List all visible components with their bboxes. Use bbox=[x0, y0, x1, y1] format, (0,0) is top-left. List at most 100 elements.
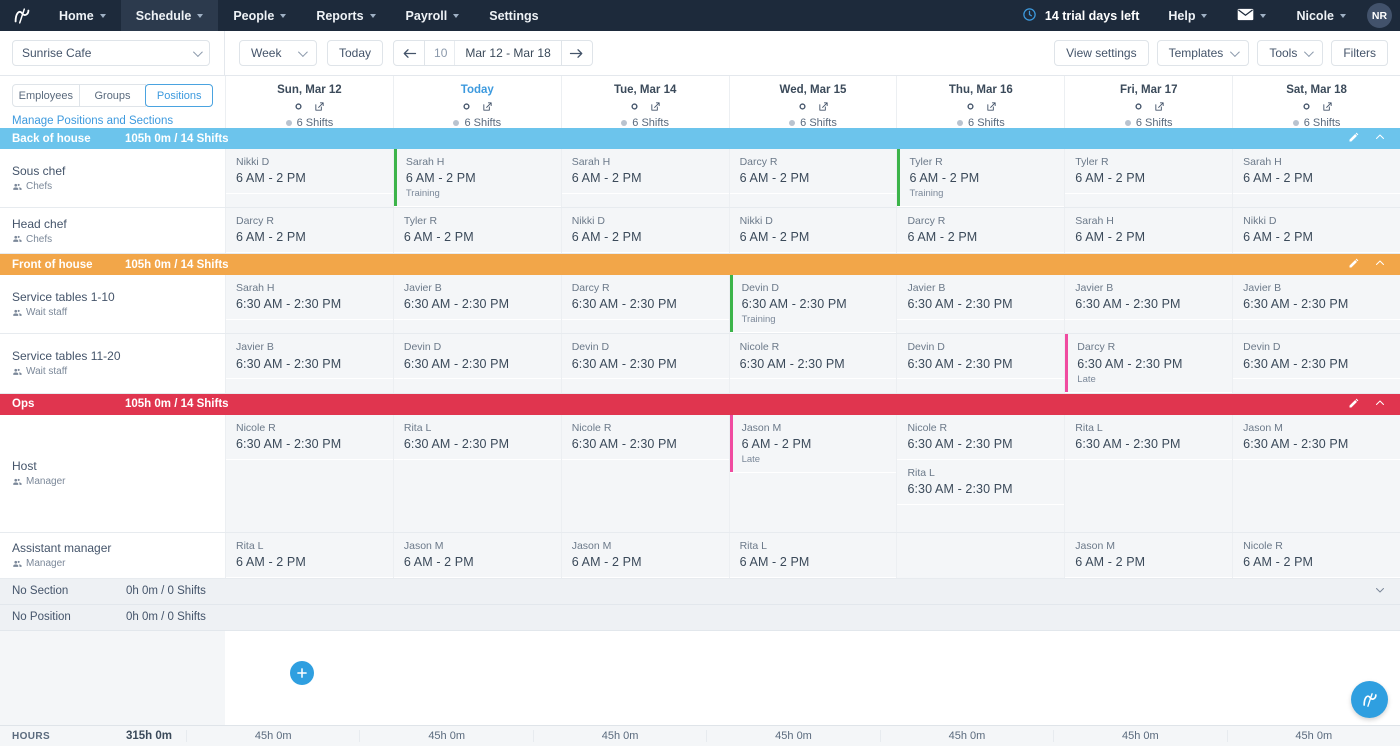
shift-drop-zone[interactable] bbox=[1065, 320, 1233, 334]
shift-drop-zone[interactable] bbox=[393, 459, 561, 532]
add-shift-button[interactable] bbox=[290, 660, 314, 685]
chevron-up-icon[interactable] bbox=[1374, 131, 1386, 146]
day-column[interactable]: Nicole R 6:30 AM - 2:30 PM bbox=[728, 334, 897, 393]
shift-drop-zone[interactable] bbox=[561, 320, 729, 334]
filters-button[interactable]: Filters bbox=[1331, 40, 1388, 66]
pencil-icon[interactable] bbox=[1348, 257, 1360, 272]
shift-drop-zone[interactable] bbox=[226, 379, 393, 393]
pencil-icon[interactable] bbox=[1348, 397, 1360, 412]
day-column[interactable]: Tyler R 6 AM - 2 PM bbox=[1064, 149, 1233, 208]
shift-card[interactable]: Sarah H 6 AM - 2 PM Training bbox=[393, 149, 561, 208]
chevron-up-icon[interactable] bbox=[1374, 397, 1386, 412]
nav-item-people[interactable]: People bbox=[218, 0, 301, 31]
day-column[interactable]: Nikki D 6 AM - 2 PM bbox=[225, 149, 393, 208]
day-column[interactable]: Jason M 6 AM - 2 PM bbox=[392, 532, 561, 578]
shift-drop-zone[interactable] bbox=[226, 459, 393, 532]
day-column[interactable]: Nikki D 6 AM - 2 PM bbox=[728, 208, 897, 254]
day-column[interactable]: Devin D 6:30 AM - 2:30 PM bbox=[1232, 334, 1400, 393]
shift-drop-zone[interactable] bbox=[897, 320, 1065, 334]
user-menu[interactable]: Nicole bbox=[1281, 0, 1361, 31]
shift-card[interactable]: Nicole R 6:30 AM - 2:30 PM bbox=[561, 414, 729, 460]
day-column[interactable]: Javier B 6:30 AM - 2:30 PM bbox=[225, 334, 393, 393]
day-column[interactable]: Sarah H 6 AM - 2 PM bbox=[1064, 208, 1233, 254]
shift-card[interactable]: Nicole R 6:30 AM - 2:30 PM bbox=[729, 334, 897, 380]
shift-card[interactable]: Jason M 6 AM - 2 PM bbox=[1065, 532, 1233, 578]
shift-card[interactable]: Nikki D 6 AM - 2 PM bbox=[561, 208, 729, 254]
position-cell[interactable]: Host Manager bbox=[0, 414, 225, 532]
view-settings-button[interactable]: View settings bbox=[1054, 40, 1149, 66]
shift-drop-zone[interactable] bbox=[561, 459, 729, 532]
position-cell[interactable]: Sous chef Chefs bbox=[0, 149, 225, 208]
shift-drop-zone[interactable] bbox=[1233, 379, 1400, 393]
day-column[interactable]: Nicole R 6:30 AM - 2:30 PM bbox=[560, 414, 729, 532]
arrow-right-icon[interactable] bbox=[560, 41, 592, 65]
shift-card[interactable]: Rita L 6:30 AM - 2:30 PM bbox=[1065, 414, 1233, 460]
day-column[interactable]: Devin D 6:30 AM - 2:30 PM Training bbox=[728, 275, 897, 334]
shift-card[interactable]: Rita L 6:30 AM - 2:30 PM bbox=[897, 459, 1065, 505]
shift-card[interactable]: Jason M 6 AM - 2 PM bbox=[561, 532, 729, 578]
shift-drop-zone[interactable] bbox=[226, 194, 393, 208]
day-column[interactable]: Jason M 6 AM - 2 PM bbox=[1064, 532, 1233, 578]
shift-drop-zone[interactable] bbox=[561, 194, 729, 208]
today-button[interactable]: Today bbox=[327, 40, 384, 66]
shift-drop-zone[interactable] bbox=[729, 194, 897, 208]
section-header-front-of-house[interactable]: Front of house 105h 0m / 14 Shifts bbox=[0, 254, 1400, 276]
day-column[interactable]: Devin D 6:30 AM - 2:30 PM bbox=[896, 334, 1065, 393]
shift-card[interactable]: Devin D 6:30 AM - 2:30 PM bbox=[393, 334, 561, 380]
day-column[interactable]: Javier B 6:30 AM - 2:30 PM bbox=[1232, 275, 1400, 334]
view-mode-tab-employees[interactable]: Employees bbox=[12, 84, 80, 107]
shift-card[interactable]: Darcy R 6:30 AM - 2:30 PM bbox=[561, 275, 729, 321]
day-column[interactable]: Devin D 6:30 AM - 2:30 PM bbox=[560, 334, 729, 393]
arrow-left-icon[interactable] bbox=[394, 41, 426, 65]
shift-card[interactable]: Nicole R 6:30 AM - 2:30 PM bbox=[897, 414, 1065, 460]
day-header-actions[interactable] bbox=[1065, 101, 1232, 112]
shift-card[interactable]: Darcy R 6 AM - 2 PM bbox=[729, 149, 897, 194]
date-range-label[interactable]: Mar 12 - Mar 18 bbox=[455, 41, 560, 65]
shift-drop-zone[interactable] bbox=[729, 379, 897, 393]
shift-card[interactable]: Rita L 6 AM - 2 PM bbox=[729, 532, 897, 578]
day-column[interactable]: Darcy R 6 AM - 2 PM bbox=[225, 208, 393, 254]
day-column[interactable]: Jason M 6 AM - 2 PM Late bbox=[728, 414, 897, 532]
shift-card[interactable]: Tyler R 6 AM - 2 PM bbox=[393, 208, 561, 254]
day-column[interactable]: Javier B 6:30 AM - 2:30 PM bbox=[896, 275, 1065, 334]
help-menu[interactable]: Help bbox=[1153, 0, 1222, 31]
shift-card[interactable]: Devin D 6:30 AM - 2:30 PM Training bbox=[729, 275, 897, 334]
shift-card[interactable]: Javier B 6:30 AM - 2:30 PM bbox=[226, 334, 393, 380]
day-column[interactable]: Tyler R 6 AM - 2 PM Training bbox=[896, 149, 1065, 208]
day-column[interactable] bbox=[896, 532, 1065, 578]
shift-card[interactable]: Darcy R 6:30 AM - 2:30 PM Late bbox=[1065, 334, 1233, 393]
shift-card[interactable]: Darcy R 6 AM - 2 PM bbox=[897, 208, 1065, 254]
day-column[interactable]: Nicole R 6:30 AM - 2:30 PM bbox=[225, 414, 393, 532]
shift-card[interactable]: Javier B 6:30 AM - 2:30 PM bbox=[897, 275, 1065, 321]
shift-card[interactable]: Sarah H 6 AM - 2 PM bbox=[561, 149, 729, 194]
shift-card[interactable]: Rita L 6 AM - 2 PM bbox=[226, 532, 393, 578]
day-column[interactable]: Darcy R 6 AM - 2 PM bbox=[896, 208, 1065, 254]
shift-drop-zone[interactable] bbox=[1065, 194, 1233, 208]
shift-card[interactable]: Nikki D 6 AM - 2 PM bbox=[226, 149, 393, 194]
shift-card[interactable]: Tyler R 6 AM - 2 PM Training bbox=[897, 149, 1065, 208]
shift-card[interactable]: Nicole R 6 AM - 2 PM bbox=[1233, 532, 1400, 578]
day-column[interactable]: Sarah H 6 AM - 2 PM bbox=[560, 149, 729, 208]
day-column[interactable]: Nikki D 6 AM - 2 PM bbox=[560, 208, 729, 254]
day-header-actions[interactable] bbox=[394, 101, 561, 112]
site-select[interactable]: Sunrise Cafe bbox=[12, 40, 210, 66]
day-column[interactable]: Javier B 6:30 AM - 2:30 PM bbox=[392, 275, 561, 334]
day-header-actions[interactable] bbox=[730, 101, 897, 112]
shift-card[interactable]: Sarah H 6 AM - 2 PM bbox=[1065, 208, 1233, 254]
shift-card[interactable]: Sarah H 6 AM - 2 PM bbox=[1233, 149, 1400, 194]
position-cell[interactable]: Service tables 1-10 Wait staff bbox=[0, 275, 225, 334]
shift-card[interactable]: Tyler R 6 AM - 2 PM bbox=[1065, 149, 1233, 194]
period-select[interactable]: Week bbox=[239, 40, 317, 66]
day-column[interactable]: Darcy R 6 AM - 2 PM bbox=[728, 149, 897, 208]
nav-item-schedule[interactable]: Schedule bbox=[120, 0, 219, 31]
day-column[interactable]: Jason M 6 AM - 2 PM bbox=[560, 532, 729, 578]
shift-card[interactable]: Sarah H 6:30 AM - 2:30 PM bbox=[226, 275, 393, 321]
position-cell[interactable]: Head chef Chefs bbox=[0, 208, 225, 254]
shift-card[interactable]: Jason M 6 AM - 2 PM Late bbox=[729, 414, 897, 473]
avatar[interactable]: NR bbox=[1367, 3, 1392, 28]
shift-drop-zone[interactable] bbox=[1233, 194, 1400, 208]
messages-menu[interactable] bbox=[1222, 0, 1281, 31]
day-header-actions[interactable] bbox=[897, 101, 1064, 112]
nav-item-payroll[interactable]: Payroll bbox=[391, 0, 475, 31]
section-header-ops[interactable]: Ops 105h 0m / 14 Shifts bbox=[0, 393, 1400, 415]
